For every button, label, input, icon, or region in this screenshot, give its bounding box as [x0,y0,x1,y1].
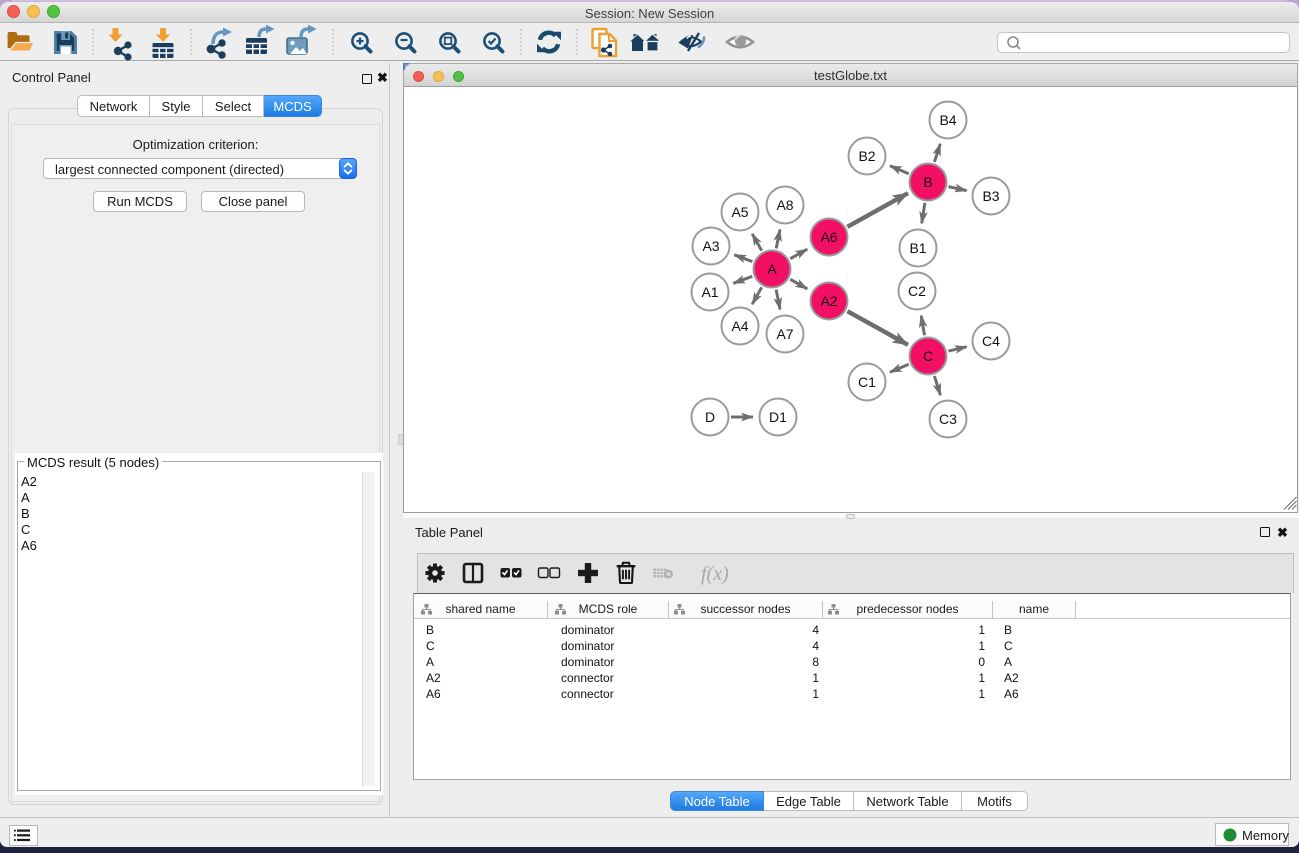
svg-text:C2: C2 [908,283,926,299]
svg-text:B1: B1 [909,240,926,256]
svg-text:B2: B2 [858,148,875,164]
svg-text:f(x): f(x) [701,563,729,585]
svg-text:C4: C4 [982,333,1000,349]
svg-text:A: A [767,261,777,277]
svg-text:A3: A3 [702,238,719,254]
svg-text:C: C [923,348,933,364]
svg-text:A8: A8 [776,197,793,213]
svg-text:A4: A4 [731,318,748,334]
svg-text:A1: A1 [701,284,718,300]
svg-text:C3: C3 [939,411,957,427]
svg-text:D1: D1 [769,409,787,425]
svg-text:B: B [923,174,932,190]
svg-text:B4: B4 [939,112,956,128]
svg-text:C1: C1 [858,374,876,390]
svg-text:A5: A5 [731,204,748,220]
svg-text:A7: A7 [776,326,793,342]
svg-text:D: D [705,409,715,425]
svg-text:B3: B3 [982,188,999,204]
svg-text:A2: A2 [820,293,837,309]
svg-text:A6: A6 [820,229,837,245]
